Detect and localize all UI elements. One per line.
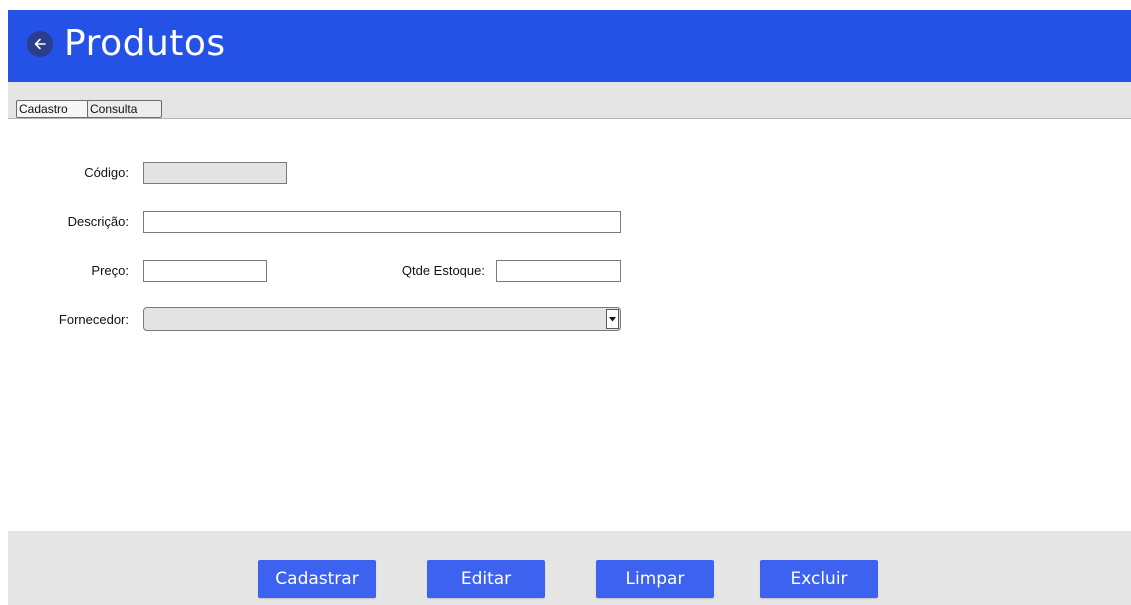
descricao-field[interactable]	[143, 211, 621, 233]
page-title: Produtos	[64, 23, 226, 64]
dropdown-arrow-icon[interactable]	[606, 309, 619, 329]
fornecedor-select[interactable]	[143, 307, 621, 331]
excluir-button[interactable]: Excluir	[760, 560, 878, 598]
descricao-label: Descrição:	[67, 214, 129, 229]
back-button[interactable]	[27, 31, 53, 57]
limpar-button[interactable]: Limpar	[596, 560, 714, 598]
editar-button[interactable]: Editar	[427, 560, 545, 598]
codigo-label: Código:	[84, 165, 129, 180]
qtde-estoque-field[interactable]	[496, 260, 621, 282]
fornecedor-label: Fornecedor:	[58, 312, 129, 327]
qtde-estoque-label: Qtde Estoque:	[401, 263, 485, 278]
arrow-left-icon	[33, 37, 47, 51]
tab-cadastro[interactable]: Cadastro	[16, 100, 94, 118]
cadastrar-button[interactable]: Cadastrar	[258, 560, 376, 598]
tab-bar: Cadastro Consulta	[8, 82, 1131, 119]
produtos-window: Produtos Cadastro Consulta Código: Descr…	[0, 0, 1131, 605]
preco-field[interactable]	[143, 260, 267, 282]
app-header: Produtos	[8, 10, 1131, 82]
codigo-field[interactable]	[143, 162, 287, 184]
preco-label: Preço:	[91, 263, 129, 278]
tab-consulta[interactable]: Consulta	[87, 100, 162, 118]
action-bar: Cadastrar Editar Limpar Excluir	[8, 531, 1131, 605]
